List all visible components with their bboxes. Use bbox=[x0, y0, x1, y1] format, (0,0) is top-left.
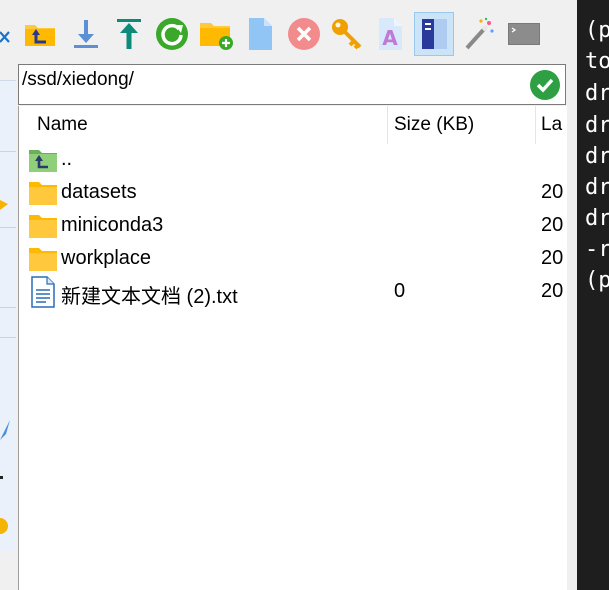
terminal-line: (p bbox=[585, 18, 609, 43]
left-sidebar-strip bbox=[0, 0, 17, 590]
star-icon[interactable] bbox=[0, 198, 8, 212]
refresh-button[interactable] bbox=[152, 12, 192, 56]
delete-button[interactable] bbox=[284, 12, 324, 56]
column-header-date[interactable]: La bbox=[536, 106, 567, 144]
delete-icon bbox=[288, 18, 320, 50]
path-bar[interactable]: /ssd/xiedong/ bbox=[18, 64, 566, 105]
file-name: datasets bbox=[61, 181, 137, 203]
refresh-icon bbox=[156, 18, 188, 50]
file-row-txt[interactable]: 新建文本文档 (2).txt 0 20 bbox=[19, 276, 567, 309]
file-date: 20 bbox=[541, 214, 564, 236]
terminal-panel[interactable]: (p to dr dr dr dr dr -r (p bbox=[577, 0, 609, 590]
file-row-workplace[interactable]: workplace 20 bbox=[19, 243, 567, 276]
panel-divider[interactable] bbox=[567, 0, 577, 590]
file-date: 20 bbox=[541, 280, 564, 302]
file-name: .. bbox=[61, 148, 73, 170]
toggle-panel-button[interactable] bbox=[414, 12, 454, 56]
parent-dir-button[interactable] bbox=[20, 12, 60, 56]
new-file-icon bbox=[249, 18, 272, 50]
panel-layout-icon bbox=[422, 19, 447, 49]
text-file-a-icon: A bbox=[379, 18, 402, 50]
file-name: miniconda3 bbox=[61, 214, 164, 236]
new-folder-icon bbox=[200, 23, 233, 50]
folder-icon bbox=[29, 248, 57, 271]
file-name: 新建文本文档 (2).txt bbox=[61, 286, 238, 308]
terminal-line: dr bbox=[585, 144, 609, 169]
terminal-line: -r bbox=[585, 237, 609, 262]
send-icon[interactable] bbox=[0, 420, 10, 440]
upload-button[interactable] bbox=[109, 12, 149, 56]
terminal-line: (p bbox=[585, 268, 609, 293]
key-icon bbox=[332, 19, 362, 50]
file-size: 0 bbox=[394, 280, 406, 302]
sidebar-panel bbox=[0, 80, 16, 551]
file-date: 20 bbox=[541, 247, 564, 269]
rename-button[interactable]: A bbox=[370, 12, 410, 56]
file-row-parent[interactable]: .. bbox=[19, 144, 567, 177]
upload-icon bbox=[117, 19, 141, 49]
close-icon[interactable] bbox=[0, 30, 12, 44]
coin-icon[interactable] bbox=[0, 516, 8, 536]
terminal-line: to bbox=[585, 49, 609, 74]
file-row-datasets[interactable]: datasets 20 bbox=[19, 177, 567, 210]
download-button[interactable] bbox=[66, 12, 106, 56]
column-header-size[interactable]: Size (KB) bbox=[388, 106, 536, 144]
terminal-line: dr bbox=[585, 206, 609, 231]
terminal-line: dr bbox=[585, 113, 609, 138]
folder-icon bbox=[29, 182, 57, 205]
download-icon bbox=[74, 20, 98, 48]
folder-up-icon bbox=[25, 25, 55, 46]
terminal-icon bbox=[508, 23, 540, 45]
go-check-icon[interactable] bbox=[529, 69, 561, 101]
folder-icon bbox=[29, 215, 57, 238]
terminal-line: dr bbox=[585, 81, 609, 106]
file-browser-panel: A /ssd/xiedong/ Name Size (KB) La .. dat… bbox=[16, 0, 568, 590]
marker-dot bbox=[0, 476, 3, 479]
toolbar: A bbox=[16, 10, 567, 62]
svg-text:A: A bbox=[382, 26, 398, 50]
file-name: workplace bbox=[61, 247, 152, 269]
permissions-button[interactable] bbox=[327, 12, 367, 56]
text-file-icon bbox=[31, 276, 55, 308]
new-folder-button[interactable] bbox=[196, 12, 236, 56]
file-date: 20 bbox=[541, 181, 564, 203]
column-header-name[interactable]: Name bbox=[19, 106, 388, 144]
file-row-miniconda3[interactable]: miniconda3 20 bbox=[19, 210, 567, 243]
file-list: Name Size (KB) La .. datasets 20 minicon… bbox=[18, 106, 568, 590]
terminal-button[interactable] bbox=[504, 12, 544, 56]
magic-button[interactable] bbox=[459, 12, 499, 56]
terminal-line: dr bbox=[585, 175, 609, 200]
new-file-button[interactable] bbox=[240, 12, 280, 56]
path-input[interactable]: /ssd/xiedong/ bbox=[22, 69, 134, 91]
magic-wand-icon bbox=[465, 17, 494, 50]
parent-folder-icon bbox=[29, 150, 57, 172]
